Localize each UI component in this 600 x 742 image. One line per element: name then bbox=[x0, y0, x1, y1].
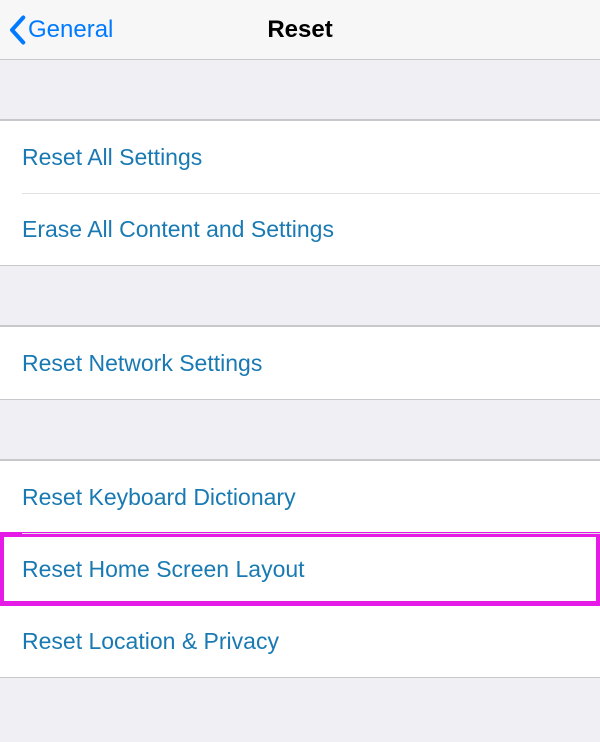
erase-all-content-row[interactable]: Erase All Content and Settings bbox=[0, 193, 600, 265]
settings-group-2: Reset Network Settings bbox=[0, 326, 600, 400]
settings-group-3: Reset Keyboard Dictionary Reset Home Scr… bbox=[0, 460, 600, 678]
back-button[interactable]: General bbox=[0, 15, 113, 45]
header-bar: General Reset bbox=[0, 0, 600, 60]
reset-all-settings-row[interactable]: Reset All Settings bbox=[0, 121, 600, 193]
bottom-spacer bbox=[0, 678, 600, 742]
page-title: Reset bbox=[267, 16, 332, 44]
settings-group-1: Reset All Settings Erase All Content and… bbox=[0, 120, 600, 266]
row-label: Reset Location & Privacy bbox=[22, 628, 279, 655]
back-label: General bbox=[28, 16, 113, 44]
section-spacer bbox=[0, 266, 600, 326]
chevron-left-icon bbox=[8, 15, 26, 45]
row-label: Reset Keyboard Dictionary bbox=[22, 484, 296, 511]
row-label: Reset Home Screen Layout bbox=[22, 556, 305, 583]
reset-location-privacy-row[interactable]: Reset Location & Privacy bbox=[0, 605, 600, 677]
row-label: Erase All Content and Settings bbox=[22, 216, 334, 243]
reset-network-settings-row[interactable]: Reset Network Settings bbox=[0, 327, 600, 399]
reset-home-screen-layout-row[interactable]: Reset Home Screen Layout bbox=[0, 533, 600, 605]
reset-keyboard-dictionary-row[interactable]: Reset Keyboard Dictionary bbox=[0, 461, 600, 533]
row-label: Reset All Settings bbox=[22, 144, 202, 171]
row-label: Reset Network Settings bbox=[22, 350, 262, 377]
section-spacer bbox=[0, 400, 600, 460]
section-spacer bbox=[0, 60, 600, 120]
